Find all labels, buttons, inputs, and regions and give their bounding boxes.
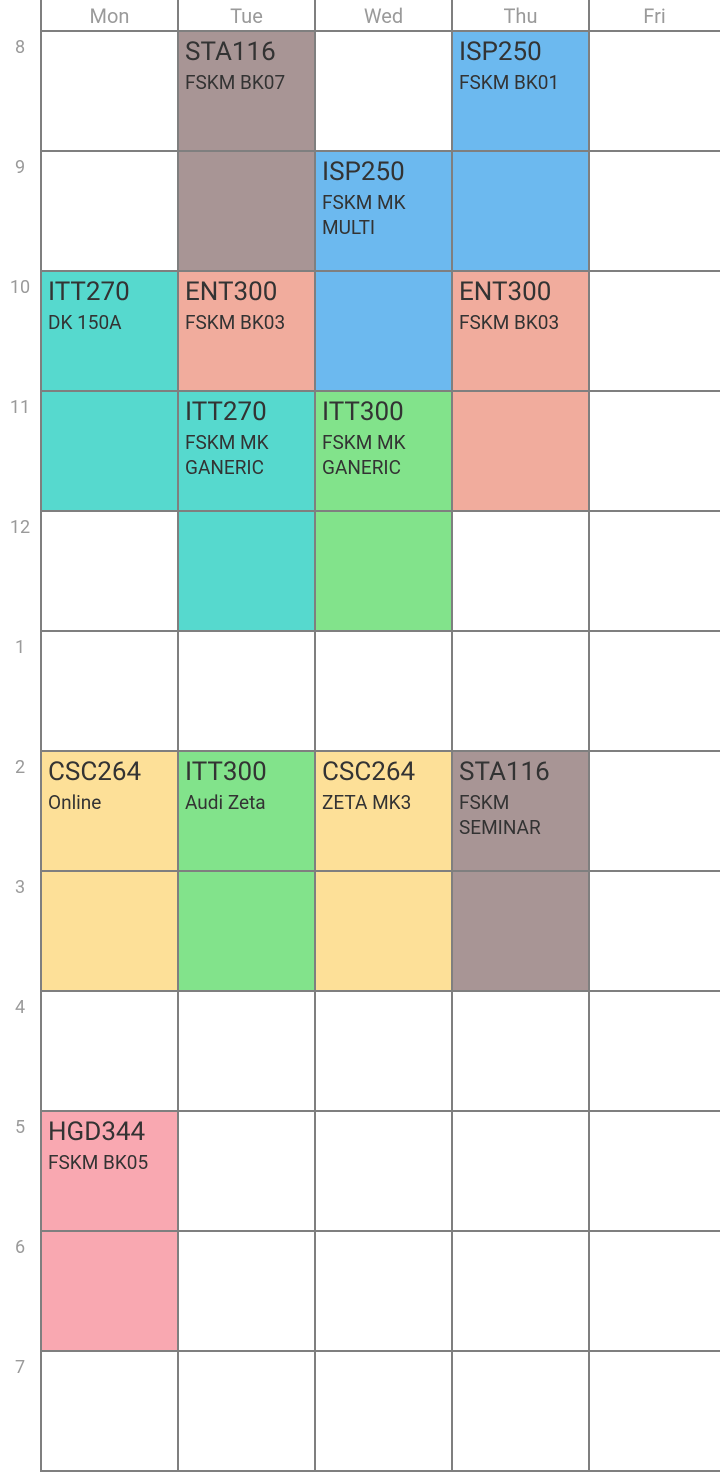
grid-row-divider bbox=[41, 750, 720, 752]
class-code: CSC264 bbox=[48, 757, 142, 787]
class-room: FSKM BK05 bbox=[48, 1151, 149, 1174]
class-code: ISP250 bbox=[459, 37, 542, 67]
hour-label: 5 bbox=[14, 1117, 26, 1138]
day-header-mon: Mon bbox=[89, 4, 130, 28]
day-header-wed: Wed bbox=[363, 4, 404, 28]
day-header-thu: Thu bbox=[503, 4, 538, 28]
class-room: FSKM MK GANERIC bbox=[185, 431, 269, 479]
class-room: FSKM MK MULTI bbox=[322, 191, 406, 239]
class-code: ITT300 bbox=[185, 757, 267, 787]
grid-row-divider bbox=[41, 1350, 720, 1352]
class-code: ISP250 bbox=[322, 157, 405, 187]
hour-label: 12 bbox=[9, 517, 31, 538]
grid-row-divider bbox=[41, 990, 720, 992]
hour-label: 10 bbox=[9, 277, 31, 298]
class-code: ENT300 bbox=[459, 277, 552, 307]
class-code: CSC264 bbox=[322, 757, 416, 787]
class-block-ent300[interactable]: ENT300 FSKM BK03 bbox=[178, 271, 315, 391]
grid-row-divider bbox=[41, 870, 720, 872]
hour-label: 9 bbox=[14, 157, 26, 178]
hour-label: 4 bbox=[14, 997, 26, 1018]
class-code: STA116 bbox=[185, 37, 276, 67]
class-code: HGD344 bbox=[48, 1117, 146, 1147]
class-code: ITT300 bbox=[322, 397, 404, 427]
class-code: ENT300 bbox=[185, 277, 278, 307]
grid-row-divider bbox=[41, 1230, 720, 1232]
class-room: FSKM SEMINAR bbox=[459, 791, 541, 839]
timetable-grid: Mon Tue Wed Thu Fri 8 9 10 11 12 1 2 3 4… bbox=[0, 0, 720, 1472]
grid-row-divider bbox=[41, 270, 720, 272]
grid-row-divider bbox=[41, 1110, 720, 1112]
grid-column-divider bbox=[40, 0, 42, 1472]
class-room: FSKM MK GANERIC bbox=[322, 431, 406, 479]
hour-label: 6 bbox=[14, 1237, 26, 1258]
grid-column-divider bbox=[451, 0, 453, 1472]
grid-row-divider bbox=[41, 630, 720, 632]
grid-column-divider bbox=[177, 0, 179, 1472]
class-room: FSKM BK03 bbox=[459, 311, 560, 334]
class-room: Audi Zeta bbox=[185, 791, 266, 814]
grid-row-divider bbox=[41, 150, 720, 152]
grid-column-divider bbox=[588, 0, 590, 1472]
class-room: FSKM BK01 bbox=[459, 71, 560, 94]
class-code: ITT270 bbox=[48, 277, 130, 307]
grid-row-divider bbox=[41, 30, 720, 32]
hour-label: 3 bbox=[14, 877, 26, 898]
grid-row-divider bbox=[41, 510, 720, 512]
hour-label: 7 bbox=[14, 1357, 26, 1378]
hour-label: 11 bbox=[9, 397, 31, 418]
day-header-fri: Fri bbox=[643, 4, 666, 28]
class-room: Online bbox=[48, 791, 102, 814]
class-room: ZETA MK3 bbox=[322, 791, 412, 814]
class-room: FSKM BK03 bbox=[185, 311, 286, 334]
hour-label: 1 bbox=[14, 637, 26, 658]
class-room: FSKM BK07 bbox=[185, 71, 286, 94]
class-code: ITT270 bbox=[185, 397, 267, 427]
grid-column-divider bbox=[314, 0, 316, 1472]
grid-row-divider bbox=[41, 390, 720, 392]
class-room: DK 150A bbox=[48, 311, 122, 334]
day-header-tue: Tue bbox=[230, 4, 263, 28]
hour-label: 2 bbox=[14, 757, 26, 778]
hour-label: 8 bbox=[14, 37, 26, 58]
class-code: STA116 bbox=[459, 757, 550, 787]
